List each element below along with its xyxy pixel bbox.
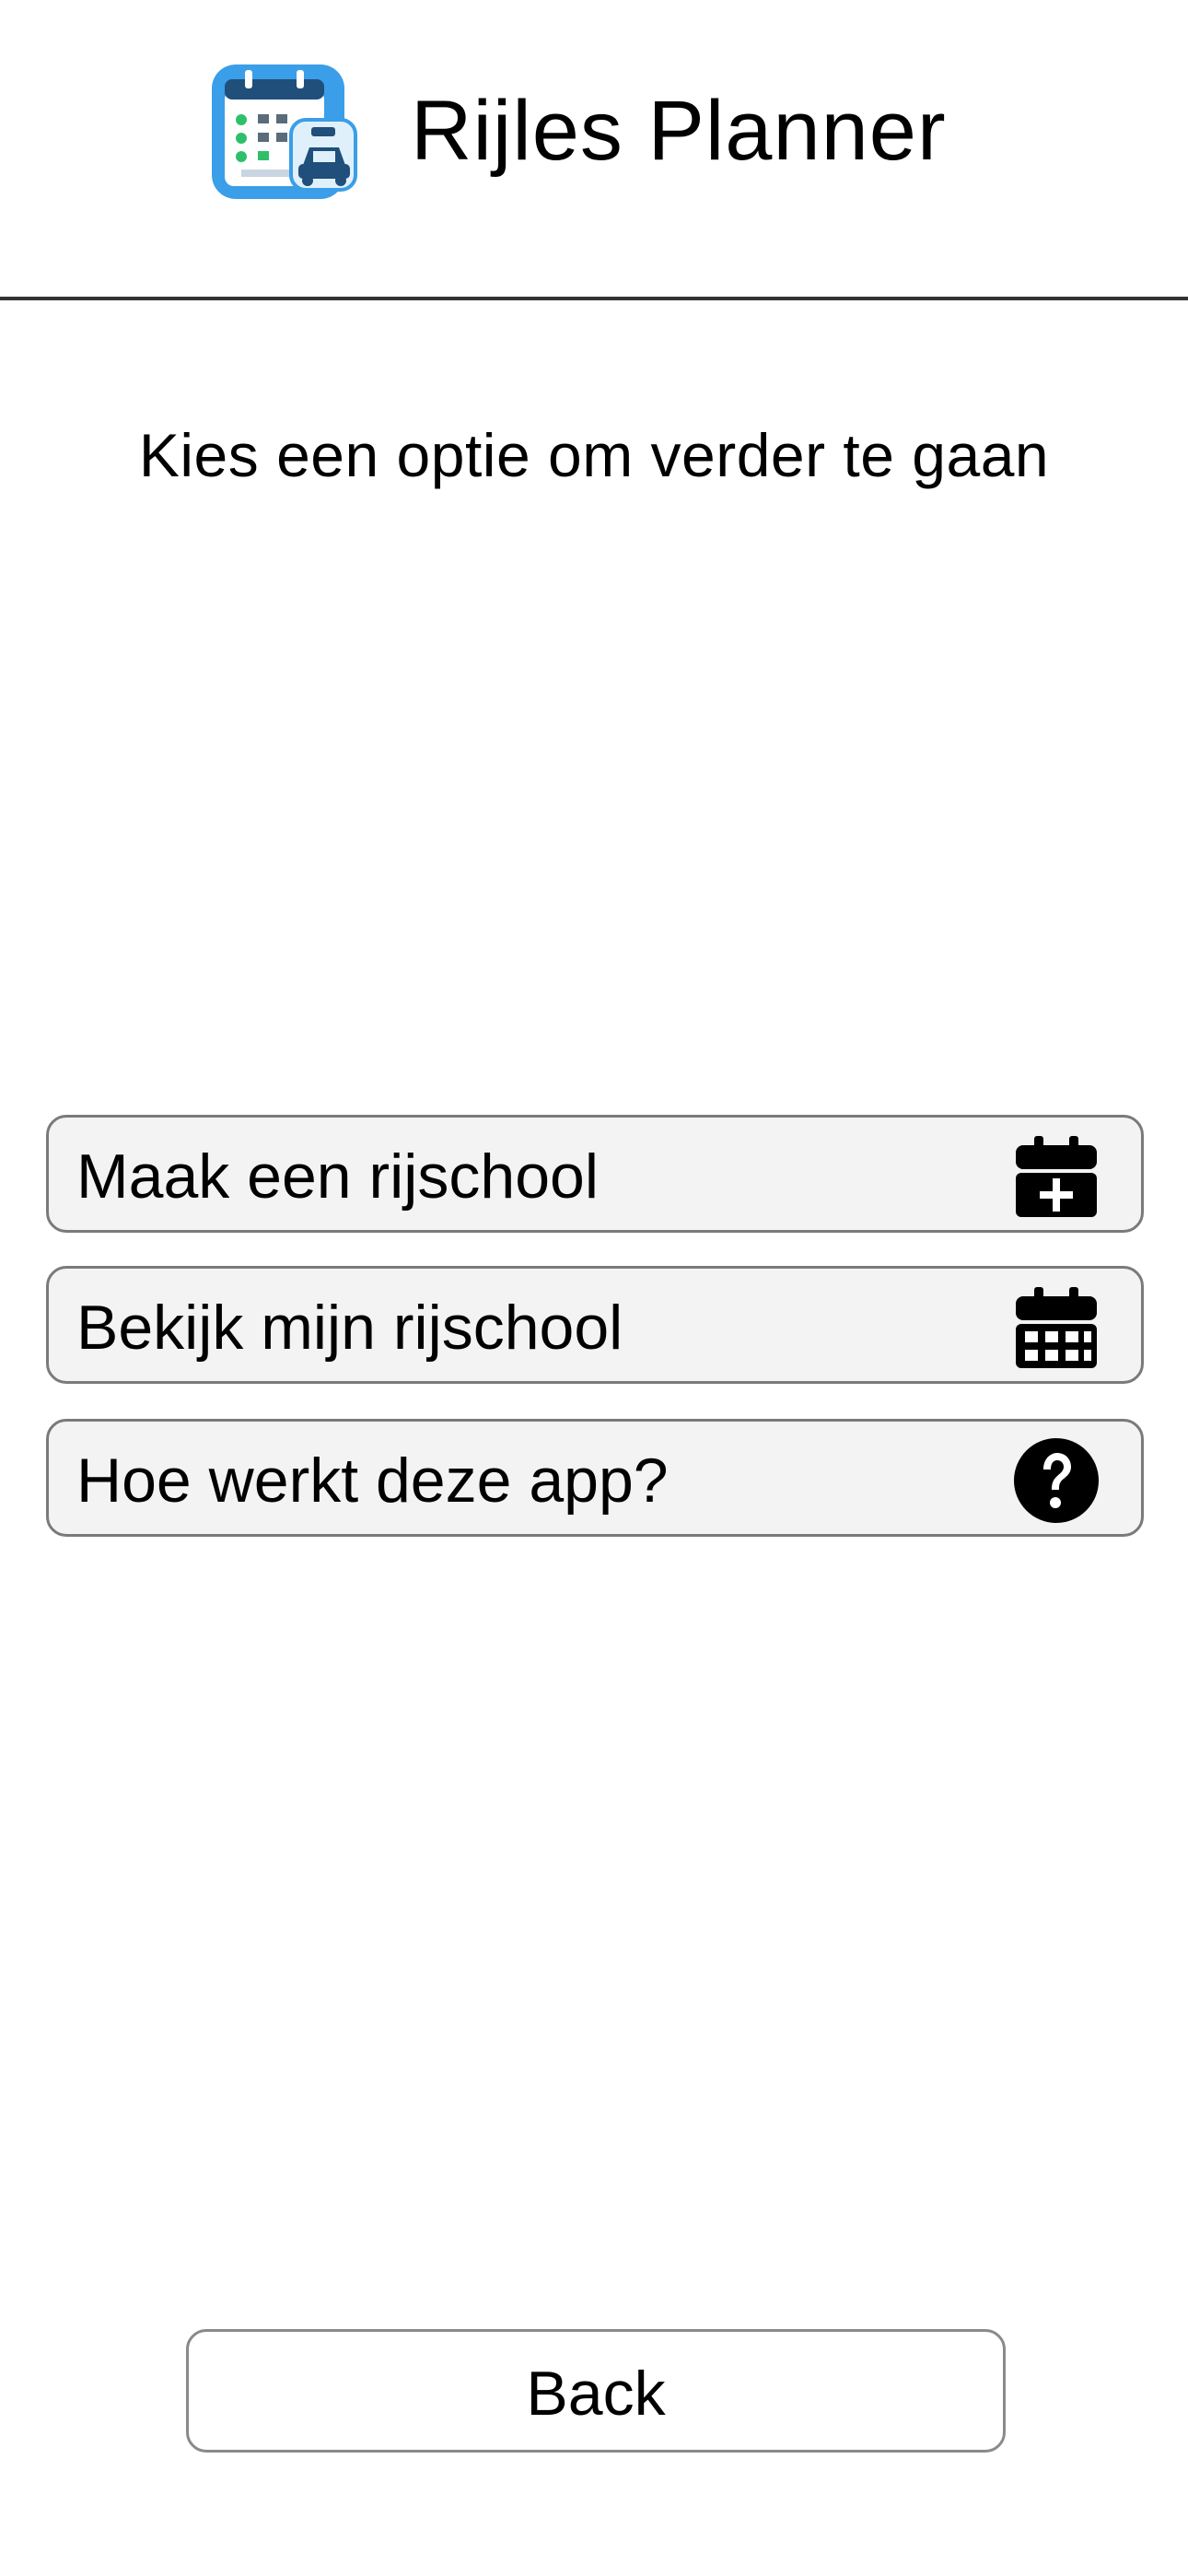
app-title: Rijles Planner — [411, 84, 947, 178]
calendar-car-app-icon — [212, 64, 357, 199]
calendar-icon — [1016, 1287, 1097, 1368]
back-button-label: Back — [526, 2359, 666, 2429]
view-my-driving-school-label: Bekijk mijn rijschool — [76, 1293, 623, 1363]
app-header: Rijles Planner — [0, 0, 1188, 300]
back-button[interactable]: Back — [186, 2329, 1006, 2453]
how-does-app-work-label: Hoe werkt deze app? — [76, 1446, 669, 1516]
create-driving-school-label: Maak een rijschool — [76, 1142, 599, 1212]
calendar-plus-icon — [1016, 1136, 1097, 1217]
how-does-app-work-button[interactable]: Hoe werkt deze app? — [46, 1419, 1144, 1537]
create-driving-school-button[interactable]: Maak een rijschool — [46, 1115, 1144, 1233]
question-circle-icon — [1014, 1438, 1099, 1523]
instruction-text: Kies een optie om verder te gaan — [138, 421, 1050, 489]
view-my-driving-school-button[interactable]: Bekijk mijn rijschool — [46, 1266, 1144, 1384]
